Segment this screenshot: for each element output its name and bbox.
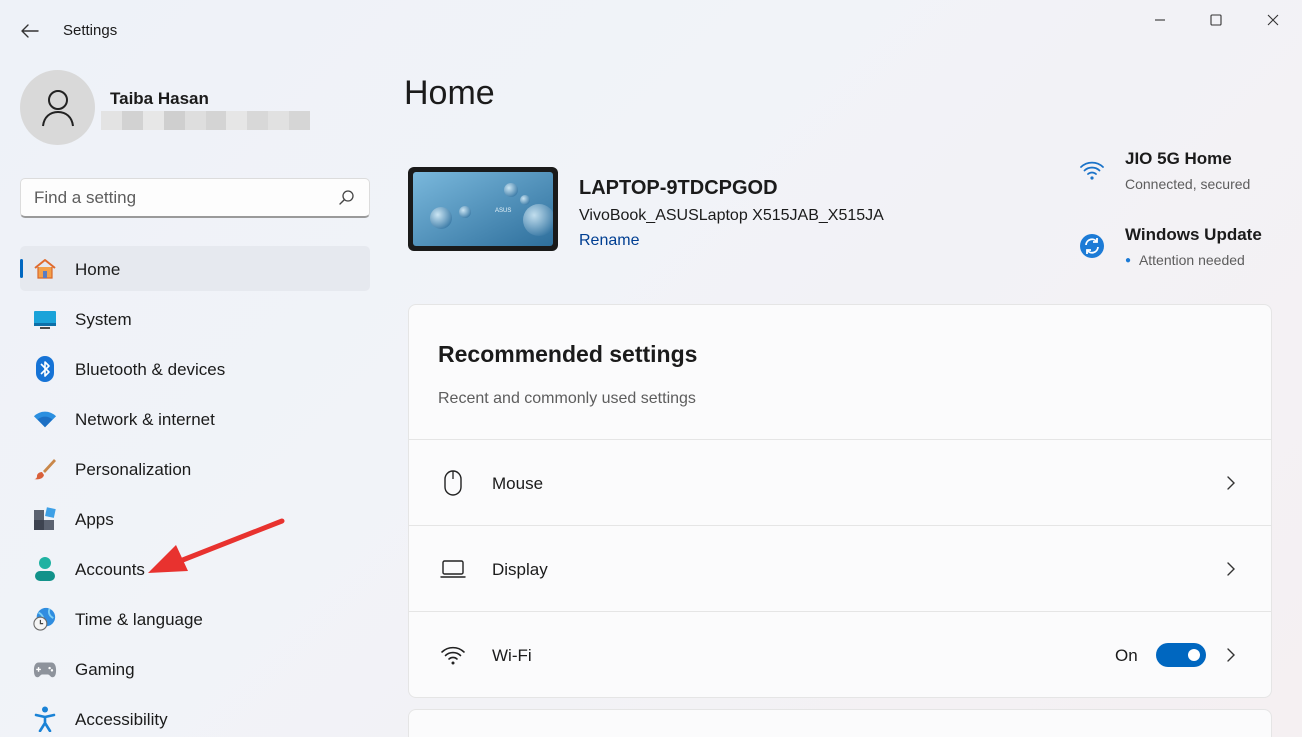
accounts-icon [33,557,57,581]
recommended-settings-title: Recommended settings [438,341,698,367]
search-icon[interactable] [338,189,356,207]
home-icon [33,257,57,281]
wifi-toggle[interactable] [1156,643,1206,667]
sidebar-item-label: Home [75,260,121,279]
maximize-button[interactable] [1193,6,1239,34]
wifi-toggle-state: On [1115,646,1138,665]
sidebar-item-bluetooth[interactable]: Bluetooth & devices [20,346,370,391]
back-arrow-icon [21,24,39,38]
toggle-knob [1188,649,1200,661]
chevron-right-icon [1221,473,1241,493]
device-name: LAPTOP-9TDCPGOD [579,177,778,199]
sidebar-item-accounts[interactable]: Accounts [20,546,370,591]
sidebar-item-network[interactable]: Network & internet [20,396,370,441]
sidebar-item-label: Apps [75,510,114,529]
sidebar-item-accessibility[interactable]: Accessibility [20,696,370,737]
close-icon [1267,14,1279,26]
mouse-icon [440,470,466,496]
windows-update-icon[interactable] [1078,232,1106,260]
display-icon [440,556,466,582]
wifi-status-icon[interactable] [1078,156,1106,184]
title-bar: Settings [0,0,1302,62]
device-model: VivoBook_ASUSLaptop X515JAB_X515JA [579,207,884,224]
device-wallpaper-thumbnail: ASUS [408,167,558,251]
bluetooth-icon [33,356,57,382]
sidebar-item-apps[interactable]: Apps [20,496,370,541]
back-button[interactable] [14,18,46,44]
search-input[interactable] [34,188,324,208]
brush-icon [33,457,57,481]
chevron-right-icon [1221,559,1241,579]
recommended-row-wifi[interactable]: Wi-Fi On [409,611,1271,697]
sidebar-item-home[interactable]: Home [20,246,370,291]
row-label: Display [492,560,548,579]
sidebar-item-label: Bluetooth & devices [75,360,226,379]
gaming-icon [33,657,57,681]
wallpaper-brand: ASUS [495,208,511,214]
sidebar-item-personalization[interactable]: Personalization [20,446,370,491]
sidebar-item-time-language[interactable]: Time & language [20,596,370,641]
search-box[interactable] [20,178,370,218]
next-settings-card [408,709,1272,737]
sidebar-item-label: Accounts [75,560,145,579]
avatar[interactable] [20,70,95,145]
close-button[interactable] [1250,6,1296,34]
rename-link[interactable]: Rename [579,232,639,250]
sidebar-item-label: System [75,310,132,329]
wifi-icon [440,642,466,668]
windows-update-status: ● Attention needed [1125,252,1245,268]
row-label: Mouse [492,474,544,493]
sidebar-nav: Home System Bluetooth & devices Network … [20,246,370,737]
time-language-icon [33,607,57,631]
windows-update-status-text: Attention needed [1138,252,1245,268]
minimize-button[interactable] [1137,6,1183,34]
sidebar-item-system[interactable]: System [20,296,370,341]
system-icon [33,307,57,331]
windows-update-title[interactable]: Windows Update [1125,225,1262,245]
wifi-network-name[interactable]: JIO 5G Home [1125,149,1232,169]
network-icon [33,407,57,431]
minimize-icon [1155,19,1165,21]
app-title: Settings [63,22,118,39]
sidebar-item-label: Accessibility [75,710,168,729]
sidebar-item-label: Gaming [75,660,135,679]
sidebar-item-label: Time & language [75,610,203,629]
sidebar-item-label: Personalization [75,460,192,479]
sidebar-item-gaming[interactable]: Gaming [20,646,370,691]
wifi-connection-status: Connected, secured [1125,176,1251,192]
user-name: Taiba Hasan [110,89,209,108]
recommended-row-display[interactable]: Display [409,525,1271,611]
page-title: Home [404,74,495,112]
recommended-row-mouse[interactable]: Mouse [409,439,1271,525]
accessibility-icon [33,706,57,732]
apps-icon [33,507,57,531]
user-icon [41,89,74,126]
recommended-settings-card: Recommended settings Recent and commonly… [408,304,1272,698]
maximize-icon [1210,14,1222,26]
recommended-settings-subtitle: Recent and commonly used settings [438,390,696,407]
wallpaper-image: ASUS [413,172,553,246]
chevron-right-icon [1221,645,1241,665]
attention-dot-icon: ● [1125,255,1132,266]
sidebar-item-label: Network & internet [75,410,215,429]
user-email-redacted [101,111,311,130]
row-label: Wi-Fi [492,646,532,665]
